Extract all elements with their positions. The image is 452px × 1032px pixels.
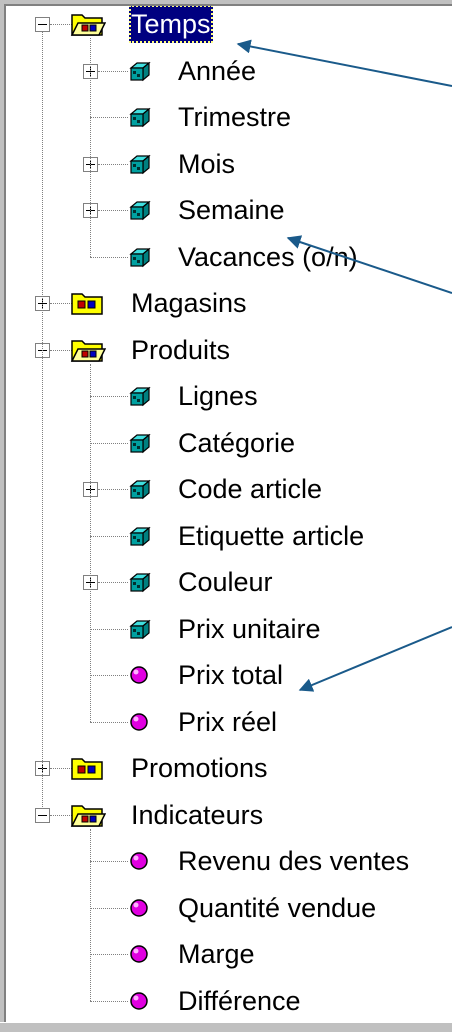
tree-connector [98, 489, 128, 490]
closed-folder-icon [70, 755, 106, 786]
tree-node-label: Code article [178, 474, 323, 504]
cube-icon [128, 199, 152, 228]
tree-connector [98, 70, 128, 72]
tree-connector [90, 721, 128, 723]
tree-node-code-article[interactable]: Code article [6, 470, 452, 510]
tree-node-revenu-des-ventes[interactable]: Revenu des ventes [6, 842, 452, 882]
tree-node-vacances-o-n[interactable]: Vacances (o/n) [6, 238, 452, 278]
tree-node-difference[interactable]: Différence [6, 982, 452, 1022]
cube-icon [128, 525, 152, 554]
cube-icon [128, 571, 152, 600]
tree-node-couleur[interactable]: Couleur [6, 563, 452, 603]
tree-connector [90, 628, 128, 630]
tree-node-prix-reel[interactable]: Prix réel [6, 703, 452, 743]
tree-node-mois[interactable]: Mois [6, 145, 452, 185]
tree-node-marge[interactable]: Marge [6, 935, 452, 975]
tree-node-label: Revenu des ventes [178, 846, 410, 876]
tree-connector [90, 256, 128, 258]
tree-node-label: Temps [129, 6, 213, 43]
tree-node-annee[interactable]: Année [6, 52, 452, 92]
tree-node-label: Etiquette article [178, 520, 365, 551]
measure-dot-icon [128, 897, 150, 924]
tree-node-label: Indicateurs [131, 799, 264, 830]
cube-icon [128, 246, 152, 275]
tree-node-indicateurs[interactable]: Indicateurs [6, 796, 452, 836]
closed-folder-icon [70, 290, 106, 321]
tree-node-label: Trimestre [178, 102, 291, 132]
tree-connector [90, 363, 91, 722]
dimension-tree: Temps Année Trimestre Mois Semaine Vacan… [4, 4, 452, 1024]
tree-connector [98, 163, 128, 165]
cube-icon [128, 106, 152, 135]
tree-node-label: Différence [178, 985, 301, 1016]
measure-dot-icon [128, 990, 150, 1017]
tree-connector [98, 582, 128, 583]
tree-node-label: Magasins [131, 288, 247, 318]
tree-connector [90, 954, 128, 955]
tree-connector [90, 828, 91, 1001]
tree-node-label: Mois [178, 148, 236, 179]
tree-node-label: Produits [131, 334, 231, 365]
tree-node-label: Promotions [131, 753, 268, 783]
tree-node-label: Année [178, 55, 257, 86]
tree-node-promotions[interactable]: Promotions [6, 749, 452, 789]
measure-dot-icon [128, 664, 150, 691]
tree-node-lignes[interactable]: Lignes [6, 377, 452, 417]
tree-node-etiquette-article[interactable]: Etiquette article [6, 517, 452, 557]
open-folder-icon [70, 802, 107, 833]
collapse-icon[interactable] [35, 17, 50, 32]
tree-connector [90, 1000, 128, 1002]
tree-node-quantite-vendue[interactable]: Quantité vendue [6, 889, 452, 929]
tree-connector [90, 861, 128, 862]
tree-connector [90, 396, 128, 397]
collapse-icon[interactable] [35, 807, 50, 823]
tree-connector [90, 907, 128, 909]
cube-icon [128, 432, 152, 461]
tree-node-label: Prix total [178, 660, 284, 690]
tree-node-label: Catégorie [178, 427, 296, 458]
tree-connector [42, 32, 43, 807]
tree-node-label: Quantité vendue [178, 892, 377, 923]
measure-dot-icon [128, 850, 150, 877]
tree-node-trimestre[interactable]: Trimestre [6, 98, 452, 138]
open-folder-icon [70, 337, 107, 368]
cube-icon [128, 478, 152, 507]
tree-node-label: Vacances (o/n) [178, 241, 358, 272]
tree-node-temps[interactable]: Temps [6, 6, 452, 45]
tree-connector [90, 38, 91, 257]
tree-node-label: Couleur [178, 567, 273, 597]
tree-connector [90, 675, 128, 676]
cube-icon [128, 60, 152, 89]
measure-dot-icon [128, 943, 150, 970]
tree-connector [90, 117, 128, 118]
tree-connector [98, 210, 128, 211]
cube-icon [128, 385, 152, 414]
open-folder-icon [70, 11, 107, 42]
tree-node-categorie[interactable]: Catégorie [6, 424, 452, 464]
tree-node-magasins[interactable]: Magasins [6, 284, 452, 324]
tree-node-label: Semaine [178, 195, 285, 225]
tree-node-label: Marge [178, 939, 255, 969]
cube-icon [128, 618, 152, 647]
cube-icon [128, 153, 152, 182]
tree-node-prix-total[interactable]: Prix total [6, 656, 452, 696]
tree-node-label: Prix unitaire [178, 613, 321, 644]
tree-connector [90, 535, 128, 537]
tree-node-semaine[interactable]: Semaine [6, 191, 452, 231]
tree-node-label: Prix réel [178, 706, 278, 737]
tree-node-prix-unitaire[interactable]: Prix unitaire [6, 610, 452, 650]
tree-node-produits[interactable]: Produits [6, 331, 452, 371]
tree-connector [90, 442, 128, 444]
measure-dot-icon [128, 711, 150, 738]
tree-node-label: Lignes [178, 381, 258, 411]
